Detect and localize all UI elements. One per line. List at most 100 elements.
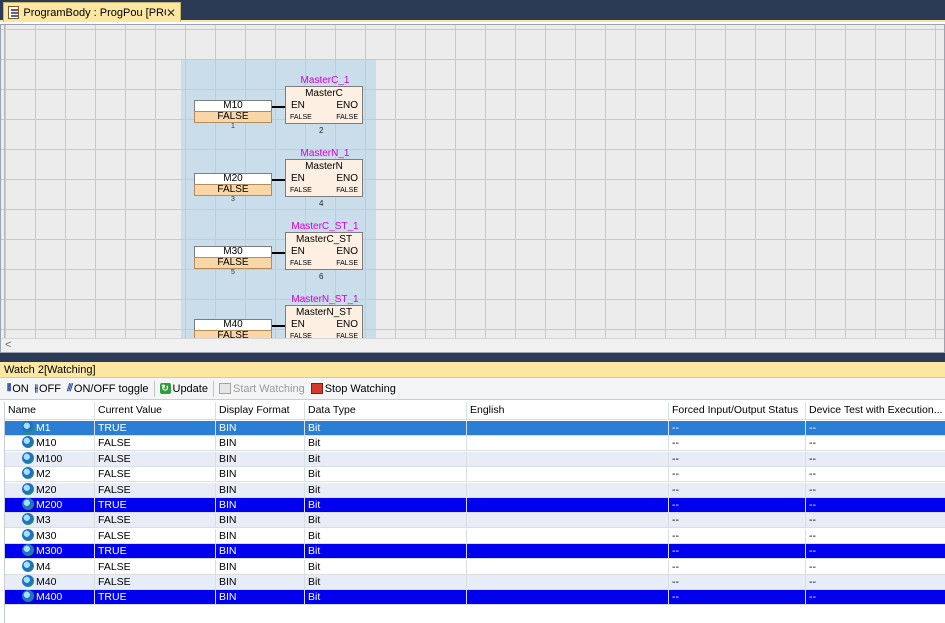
toggle-button-label: ON/OFF toggle <box>73 382 149 395</box>
cell-data-type-text: Bit <box>308 422 321 434</box>
cell-device-test: -- <box>806 575 945 589</box>
device-icon <box>22 498 34 510</box>
column-header-current-value[interactable]: Current Value <box>95 402 216 419</box>
fb-box[interactable]: MasterN EN ENO FALSE FALSE <box>285 159 363 197</box>
cell-display-format-text: BIN <box>219 514 237 527</box>
cell-data-type: Bit <box>305 451 467 466</box>
cell-current-value: FALSE <box>95 467 216 482</box>
watch-grid[interactable]: Name Current Value Display Format Data T… <box>4 402 945 623</box>
watch-row[interactable]: M300 TRUE BIN Bit -- -- <box>5 544 945 560</box>
column-header-data-type[interactable]: Data Type <box>305 402 467 419</box>
device-icon <box>22 436 34 449</box>
column-header-display-format[interactable]: Display Format <box>216 402 305 419</box>
connection-wire <box>272 252 285 254</box>
scroll-left-icon[interactable]: < <box>5 339 11 351</box>
cell-english <box>467 528 669 543</box>
column-header-device-test[interactable]: Device Test with Execution... <box>806 402 945 419</box>
cell-data-type-text: Bit <box>308 468 321 481</box>
cell-device-test: -- <box>806 421 945 435</box>
cell-forced-status: -- <box>669 590 806 605</box>
device-icon <box>22 590 34 603</box>
cell-forced-status-text: -- <box>672 529 679 542</box>
on-button[interactable]: ⫴ ON <box>4 380 32 398</box>
cell-current-value: FALSE <box>95 559 216 574</box>
fb-type-name: MasterC_ST <box>295 234 353 245</box>
watch-row[interactable]: M20 FALSE BIN Bit -- -- <box>5 482 945 498</box>
watch-row[interactable]: M100 FALSE BIN Bit -- -- <box>5 451 945 467</box>
ladder-editor[interactable]: MasterC_1 MasterC EN ENO FALSE FALSE 2 M… <box>0 24 945 353</box>
start-watch-icon <box>218 383 231 394</box>
toolbar-separator <box>212 380 214 397</box>
on-button-label: ON <box>12 382 29 395</box>
cell-device-test: -- <box>806 529 945 543</box>
cell-forced-status: -- <box>669 559 806 574</box>
cell-name-text: M400 <box>36 591 63 604</box>
cell-display-format: BIN <box>216 575 305 589</box>
fb-instance-name: MasterC_1 <box>300 75 350 86</box>
cell-device-test-text: -- <box>809 452 816 465</box>
tab-program-body[interactable]: ProgramBody : ProgPou [PRG] [... ✕ <box>3 2 181 22</box>
fb-box[interactable]: MasterC EN ENO FALSE FALSE <box>285 86 363 124</box>
horizontal-scrollbar[interactable]: < <box>1 338 944 352</box>
cell-data-type: Bit <box>305 482 467 497</box>
fb-eno-label: ENO <box>336 246 358 257</box>
cell-name: M3 <box>5 513 95 528</box>
fb-box[interactable]: MasterC_ST EN ENO FALSE FALSE <box>285 232 363 270</box>
column-header-name[interactable]: Name <box>5 402 95 419</box>
column-header-forced-status[interactable]: Forced Input/Output Status <box>669 402 806 419</box>
cell-name: M20 <box>5 482 95 497</box>
pane-splitter[interactable] <box>0 353 945 362</box>
cell-current-value-text: FALSE <box>98 514 131 527</box>
fb-en-label: EN <box>291 319 305 330</box>
cell-data-type: Bit <box>305 544 467 559</box>
cell-data-type-text: Bit <box>308 529 321 542</box>
cell-display-format: BIN <box>216 451 305 466</box>
cell-display-format-text: BIN <box>219 422 237 434</box>
watch-row[interactable]: M1 TRUE BIN Bit -- -- <box>5 421 945 436</box>
cell-device-test-text: -- <box>809 560 816 573</box>
off-button[interactable]: ⫲ OFF <box>32 380 64 398</box>
cell-display-format-text: BIN <box>219 545 237 558</box>
function-block-3[interactable]: MasterC_ST_1 MasterC_ST EN ENO FALSE FAL… <box>181 209 376 281</box>
watch-row[interactable]: M40 FALSE BIN Bit -- -- <box>5 575 945 590</box>
cell-device-test: -- <box>806 467 945 481</box>
cell-forced-status-text: -- <box>672 422 679 434</box>
fb-instance-name: MasterC_ST_1 <box>291 221 359 232</box>
watch-row[interactable]: M30 FALSE BIN Bit -- -- <box>5 528 945 544</box>
start-watching-button[interactable]: Start Watching <box>216 380 308 398</box>
cell-device-test: -- <box>806 498 945 512</box>
watch-row[interactable]: M10 FALSE BIN Bit -- -- <box>5 436 945 452</box>
toggle-button[interactable]: ⫻ ON/OFF toggle <box>64 380 152 398</box>
cell-forced-status-text: -- <box>672 437 679 450</box>
close-icon[interactable]: ✕ <box>166 6 176 20</box>
watch-row[interactable]: M2 FALSE BIN Bit -- -- <box>5 467 945 483</box>
stop-watching-button[interactable]: Stop Watching <box>308 380 399 398</box>
document-tab-bar: ProgramBody : ProgPou [PRG] [... ✕ <box>0 0 945 22</box>
function-block-2[interactable]: MasterN_1 MasterN EN ENO FALSE FALSE 4 M… <box>181 136 376 208</box>
function-block-1[interactable]: MasterC_1 MasterC EN ENO FALSE FALSE 2 M… <box>181 63 376 135</box>
watch-row[interactable]: M3 FALSE BIN Bit -- -- <box>5 513 945 529</box>
column-header-english[interactable]: English <box>467 402 669 419</box>
cell-forced-status-text: -- <box>672 499 679 511</box>
cell-forced-status: -- <box>669 436 806 451</box>
cell-device-test: -- <box>806 560 945 574</box>
fb-instance-name: MasterN_ST_1 <box>291 294 359 305</box>
watch-row[interactable]: M200 TRUE BIN Bit -- -- <box>5 498 945 513</box>
cell-current-value-text: FALSE <box>98 560 131 573</box>
fb-step-number: 2 <box>319 126 324 135</box>
cell-display-format-text: BIN <box>219 499 237 511</box>
cell-name: M400 <box>5 590 95 605</box>
update-button[interactable]: ↻ Update <box>157 380 211 398</box>
cell-forced-status-text: -- <box>672 483 679 496</box>
fb-step-number: 4 <box>319 199 324 208</box>
cell-current-value: FALSE <box>95 451 216 466</box>
cell-name-text: M10 <box>36 437 57 450</box>
cell-english <box>467 467 669 482</box>
cell-forced-status: -- <box>669 513 806 528</box>
cell-current-value: TRUE <box>95 421 216 435</box>
watch-row[interactable]: M400 TRUE BIN Bit -- -- <box>5 590 945 606</box>
tab-label: ProgramBody : ProgPou [PRG] [... <box>23 6 166 19</box>
stop-watch-icon <box>310 383 323 394</box>
cell-english <box>467 559 669 574</box>
watch-row[interactable]: M4 FALSE BIN Bit -- -- <box>5 559 945 575</box>
